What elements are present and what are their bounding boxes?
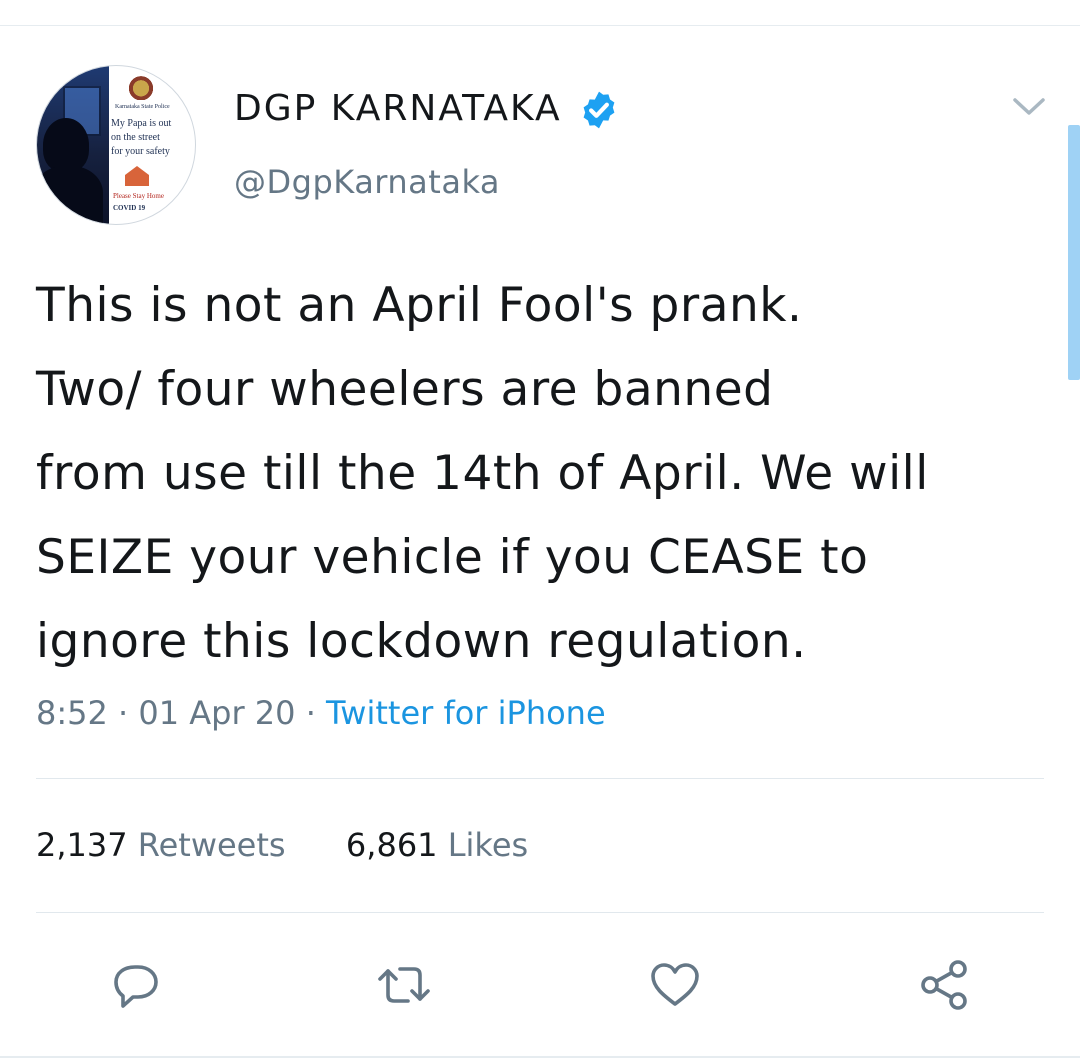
tweet-date[interactable]: 01 Apr 20 xyxy=(138,694,295,732)
avatar-silhouette-head xyxy=(43,118,89,172)
retweet-icon xyxy=(378,967,430,1003)
likes-count: 6,861 xyxy=(345,826,438,864)
avatar[interactable]: Karnataka State Police My Papa is out on… xyxy=(36,65,196,225)
bottom-divider xyxy=(0,1056,1080,1058)
tweet-stats: 2,137 Retweets 6,861 Likes xyxy=(36,826,528,864)
meta-separator: · xyxy=(118,694,129,732)
avatar-org: Karnataka State Police xyxy=(115,104,170,110)
tweet-line: This is not an April Fool's prank. xyxy=(36,278,803,333)
police-emblem-icon xyxy=(127,74,155,100)
divider xyxy=(36,778,1044,779)
avatar-line3: for your safety xyxy=(111,146,170,157)
share-icon xyxy=(921,960,967,1010)
retweet-button[interactable] xyxy=(374,955,434,1015)
avatar-silhouette-body xyxy=(37,166,103,224)
tweet-text: This is not an April Fool's prank. Two/ … xyxy=(36,264,1056,684)
retweets-label: Retweets xyxy=(137,826,286,864)
tweet-meta: 8:52 · 01 Apr 20 · Twitter for iPhone xyxy=(36,694,606,732)
divider xyxy=(36,912,1044,913)
reply-button[interactable] xyxy=(106,955,166,1015)
retweets-stat[interactable]: 2,137 Retweets xyxy=(36,826,296,864)
likes-label: Likes xyxy=(447,826,529,864)
chevron-down-icon[interactable] xyxy=(1012,95,1046,119)
verified-badge-icon xyxy=(583,91,615,129)
author-handle[interactable]: @DgpKarnataka xyxy=(234,163,500,201)
retweets-count: 2,137 xyxy=(36,826,128,864)
reply-icon xyxy=(114,965,158,1008)
tweet-line: from use till the 14th of April. We will xyxy=(36,446,929,501)
author-name[interactable]: DGP KARNATAKA xyxy=(234,88,562,129)
heart-icon xyxy=(651,963,699,1006)
avatar-footer1: Please Stay Home xyxy=(113,192,164,200)
like-button[interactable] xyxy=(645,955,705,1015)
tweet-line: SEIZE your vehicle if you CEASE to xyxy=(36,530,869,585)
tweet-source-link[interactable]: Twitter for iPhone xyxy=(326,694,606,732)
share-button[interactable] xyxy=(914,955,974,1015)
meta-separator: · xyxy=(305,694,316,732)
avatar-line1: My Papa is out xyxy=(111,118,172,129)
tweet-time: 8:52 xyxy=(36,694,108,732)
avatar-footer2: COVID 19 xyxy=(113,204,146,212)
likes-stat[interactable]: 6,861 Likes xyxy=(336,826,528,864)
tweet-line: Two/ four wheelers are banned xyxy=(36,362,774,417)
scrollbar[interactable] xyxy=(1068,125,1080,380)
house-icon xyxy=(125,166,149,186)
top-divider xyxy=(0,25,1080,26)
tweet-line: ignore this lockdown regulation. xyxy=(36,614,807,669)
avatar-line2: on the street xyxy=(111,132,160,143)
